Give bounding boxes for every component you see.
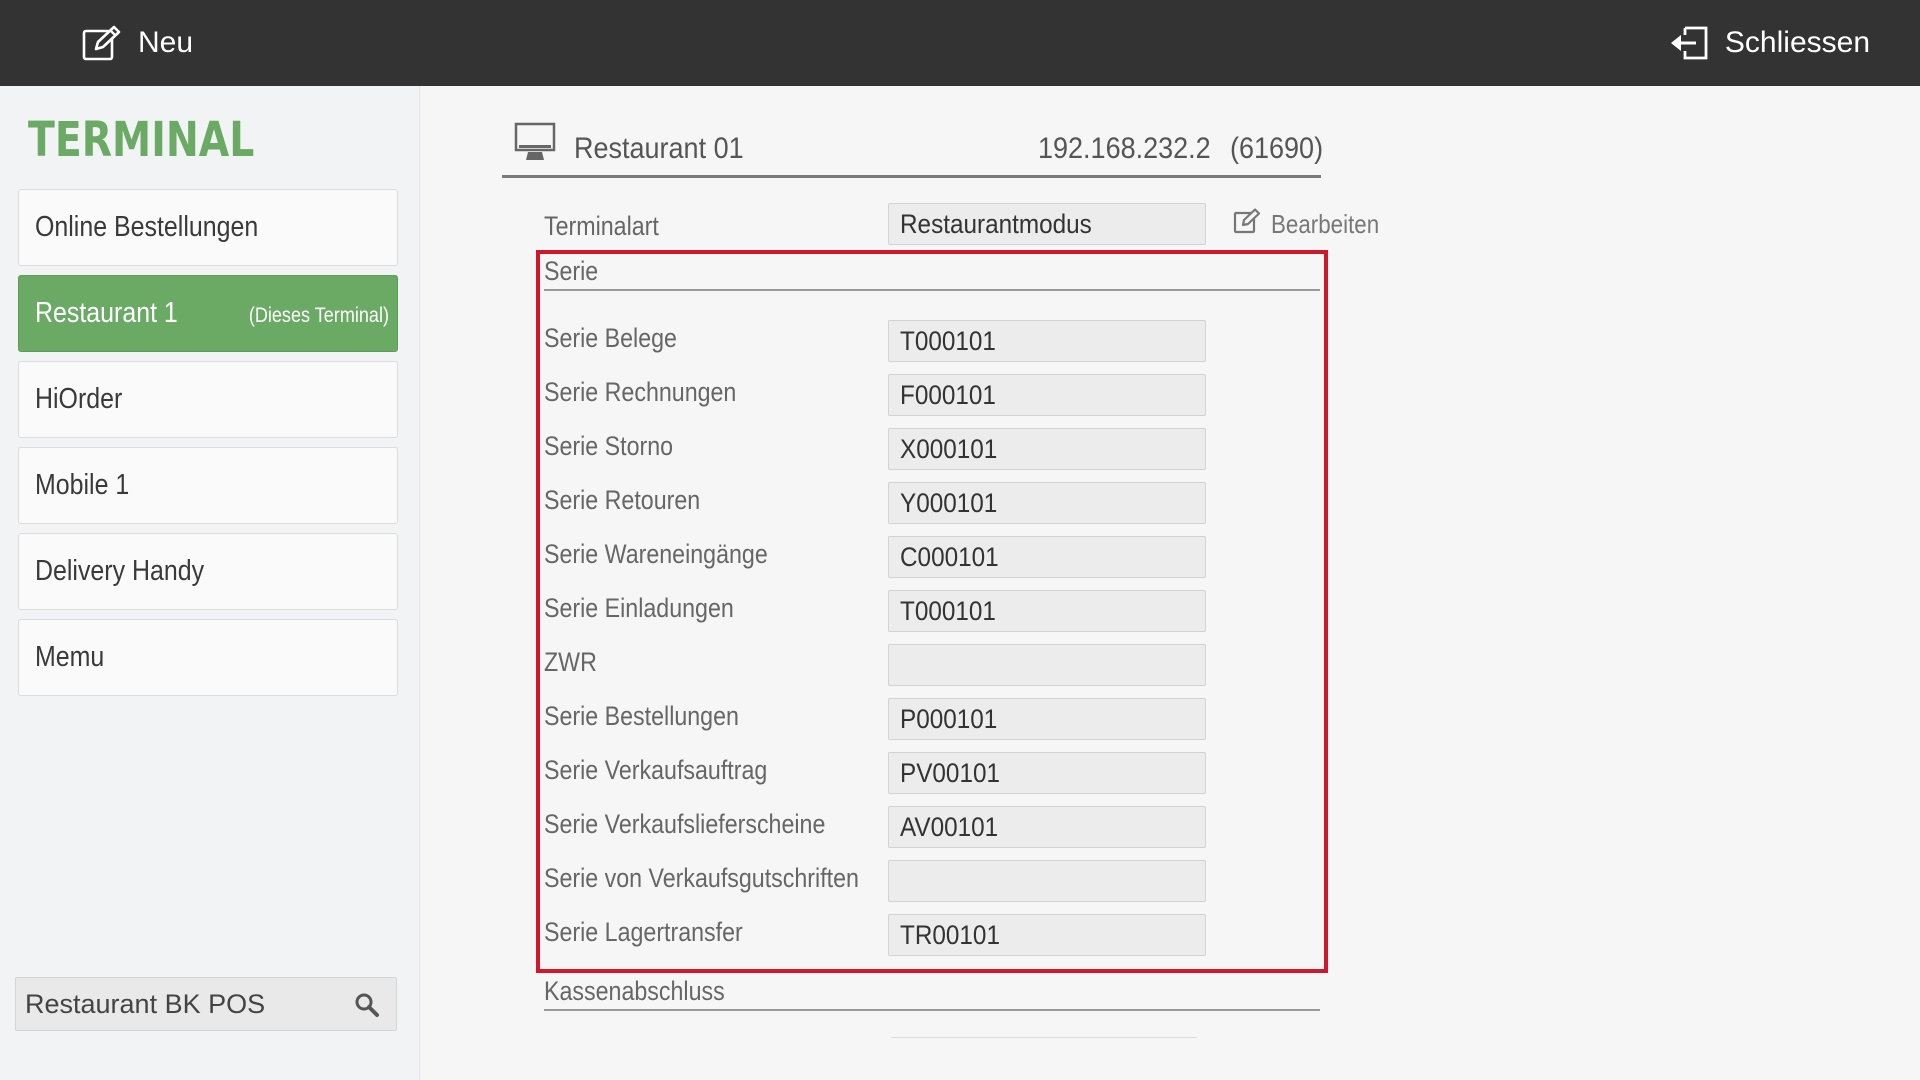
field-value: X000101 (900, 433, 998, 464)
exit-icon (1669, 25, 1709, 61)
current-terminal-note: (Dieses Terminal) (248, 304, 389, 327)
edit-button-label: Bearbeiten (1271, 209, 1380, 239)
sidebar-item-label: Restaurant 1 (35, 297, 178, 329)
edit-icon (82, 25, 122, 61)
sidebar: TERMINAL Online Bestellungen Restaurant … (0, 86, 420, 1080)
serie-section-heading: Serie (544, 253, 1320, 291)
serie-belege-input[interactable]: T000101 (888, 320, 1206, 362)
sidebar-item-online-bestellungen[interactable]: Online Bestellungen (18, 189, 398, 266)
serie-bestellungen-input[interactable]: P000101 (888, 698, 1206, 740)
serie-heading: Serie (544, 256, 599, 286)
field-value: T000101 (900, 325, 996, 356)
field-value: PV00101 (900, 757, 1000, 788)
zwr-label: ZWR (544, 647, 597, 677)
serie-storno-label: Serie Storno (544, 431, 674, 461)
terminal-type-value: Restaurantmodus (900, 208, 1092, 239)
terminal-ip: 192.168.232.2 (1038, 132, 1211, 165)
sidebar-title: TERMINAL (28, 112, 255, 168)
edit-button[interactable]: Bearbeiten (1233, 208, 1397, 241)
search-value: Restaurant BK POS (25, 988, 266, 1019)
serie-einladungen-label: Serie Einladungen (544, 593, 734, 623)
terminal-type-label: Terminalart (544, 211, 659, 241)
new-button-label: Neu (138, 26, 194, 59)
terminal-list: Online Bestellungen Restaurant 1 (Dieses… (18, 189, 398, 705)
serie-verkaufslieferscheine-input[interactable]: AV00101 (888, 806, 1206, 848)
monitor-icon (514, 122, 556, 167)
main-panel: Restaurant 01 192.168.232.2 (61690) Term… (421, 86, 1920, 1080)
field-value: P000101 (900, 703, 998, 734)
serie-lagertransfer-label: Serie Lagertransfer (544, 917, 743, 947)
close-button-label: Schliessen (1724, 26, 1870, 59)
field-value: F000101 (900, 379, 996, 410)
serie-retouren-input[interactable]: Y000101 (888, 482, 1206, 524)
sidebar-item-label: Memu (35, 641, 105, 673)
field-value: TR00101 (900, 919, 1000, 950)
sidebar-item-mobile-1[interactable]: Mobile 1 (18, 447, 398, 524)
serie-wareneingaenge-input[interactable]: C000101 (888, 536, 1206, 578)
top-bar: Neu Schliessen (0, 0, 1920, 86)
kassenabschluss-section-heading: Kassenabschluss (544, 973, 1320, 1011)
sidebar-item-label: Online Bestellungen (35, 211, 259, 243)
serie-rechnungen-label: Serie Rechnungen (544, 377, 737, 407)
kassenabschluss-heading: Kassenabschluss (544, 976, 725, 1006)
terminal-name: Restaurant 01 (574, 132, 744, 165)
serie-verkaufsauftrag-label: Serie Verkaufsauftrag (544, 755, 768, 785)
sidebar-item-delivery-handy[interactable]: Delivery Handy (18, 533, 398, 610)
sidebar-item-label: HiOrder (35, 383, 123, 415)
serie-bestellungen-label: Serie Bestellungen (544, 701, 739, 731)
close-button[interactable]: Schliessen (1669, 0, 1870, 86)
serie-storno-input[interactable]: X000101 (888, 428, 1206, 470)
divider (891, 1037, 1197, 1038)
serie-belege-label: Serie Belege (544, 323, 677, 353)
serie-rechnungen-input[interactable]: F000101 (888, 374, 1206, 416)
terminal-header: Restaurant 01 192.168.232.2 (61690) (502, 122, 1324, 178)
serie-verkaufslieferscheine-label: Serie Verkaufslieferscheine (544, 809, 826, 839)
edit-icon (1233, 208, 1261, 241)
serie-wareneingaenge-label: Serie Wareneingänge (544, 539, 768, 569)
serie-retouren-label: Serie Retouren (544, 485, 701, 515)
terminal-port: (61690) (1230, 132, 1324, 165)
sidebar-item-label: Mobile 1 (35, 469, 130, 501)
field-value: T000101 (900, 595, 996, 626)
field-value: C000101 (900, 541, 999, 572)
terminal-type-field: Restaurantmodus (888, 203, 1206, 245)
sidebar-item-restaurant-1[interactable]: Restaurant 1 (Dieses Terminal) (18, 275, 398, 352)
serie-verkaufsgutschriften-input[interactable] (888, 860, 1206, 902)
new-button[interactable]: Neu (82, 0, 193, 86)
serie-einladungen-input[interactable]: T000101 (888, 590, 1206, 632)
sidebar-item-hiorder[interactable]: HiOrder (18, 361, 398, 438)
field-value: AV00101 (900, 811, 999, 842)
serie-lagertransfer-input[interactable]: TR00101 (888, 914, 1206, 956)
search-icon[interactable] (354, 992, 380, 1025)
sidebar-item-memu[interactable]: Memu (18, 619, 398, 696)
zwr-input[interactable] (888, 644, 1206, 686)
serie-verkaufsgutschriften-label: Serie von Verkaufsgutschriften (544, 863, 859, 893)
search-input[interactable]: Restaurant BK POS (15, 977, 397, 1031)
field-value: Y000101 (900, 487, 998, 518)
serie-verkaufsauftrag-input[interactable]: PV00101 (888, 752, 1206, 794)
sidebar-item-label: Delivery Handy (35, 555, 205, 587)
